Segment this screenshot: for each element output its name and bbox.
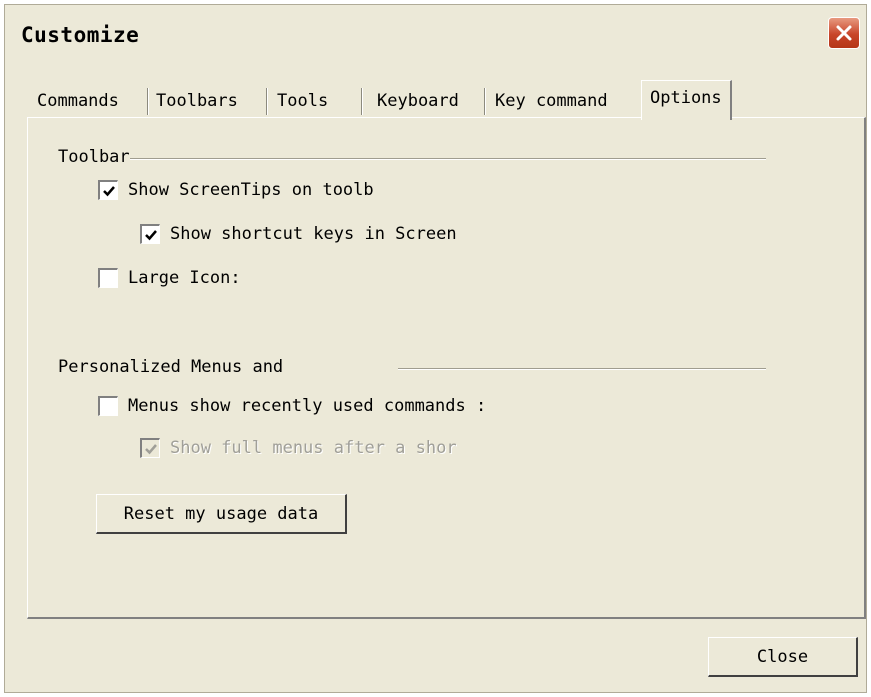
recent-commands-option[interactable]: Menus show recently used commands : — [98, 396, 486, 416]
show-shortcut-keys-option[interactable]: Show shortcut keys in Screen — [140, 224, 457, 244]
tab-separator — [147, 88, 148, 115]
show-full-menus-option: Show full menus after a shor — [140, 438, 457, 458]
recent-commands-label: Menus show recently used commands : — [128, 396, 487, 416]
tab-separator — [266, 88, 267, 115]
reset-usage-data-button[interactable]: Reset my usage data — [96, 494, 347, 534]
recent-commands-checkbox[interactable] — [98, 396, 118, 416]
tab-keyboard[interactable]: Keyboard — [377, 86, 459, 116]
tab-toolbars[interactable]: Toolbars — [156, 86, 238, 116]
show-screentips-option[interactable]: Show ScreenTips on toolb — [98, 180, 374, 200]
checkmark-icon — [144, 229, 157, 240]
tab-tools[interactable]: Tools — [277, 86, 328, 116]
tab-key-command[interactable]: Key command — [495, 86, 608, 116]
tab-separator — [361, 88, 362, 115]
large-icons-checkbox[interactable] — [98, 268, 118, 288]
show-full-menus-checkbox — [140, 438, 160, 458]
toolbar-group-label: Toolbar — [58, 147, 130, 167]
large-icons-label: Large Icon: — [128, 268, 241, 288]
tab-commands[interactable]: Commands — [37, 86, 119, 116]
show-screentips-checkbox[interactable] — [98, 180, 118, 200]
menus-group-label: Personalized Menus and — [58, 357, 284, 377]
checkmark-icon — [144, 443, 157, 454]
show-screentips-label: Show ScreenTips on toolb — [128, 180, 374, 200]
close-window-button[interactable] — [828, 17, 860, 49]
dialog-title: Customize — [21, 23, 140, 47]
tab-separator — [484, 88, 485, 115]
tab-options[interactable]: Options — [641, 80, 732, 120]
menus-group-divider — [398, 368, 766, 369]
close-icon — [836, 25, 852, 41]
customize-dialog: Customize Commands Toolbars Tools Keyboa… — [4, 4, 867, 693]
large-icons-option[interactable]: Large Icon: — [98, 268, 241, 288]
options-panel: Toolbar Show ScreenTips on toolb Show sh… — [27, 117, 866, 619]
toolbar-group-divider — [116, 158, 766, 159]
checkmark-icon — [102, 185, 115, 196]
show-full-menus-label: Show full menus after a shor — [170, 438, 457, 458]
show-shortcut-keys-checkbox[interactable] — [140, 224, 160, 244]
title-bar[interactable]: Customize — [5, 5, 866, 63]
close-button[interactable]: Close — [708, 637, 858, 677]
show-shortcut-keys-label: Show shortcut keys in Screen — [170, 224, 457, 244]
